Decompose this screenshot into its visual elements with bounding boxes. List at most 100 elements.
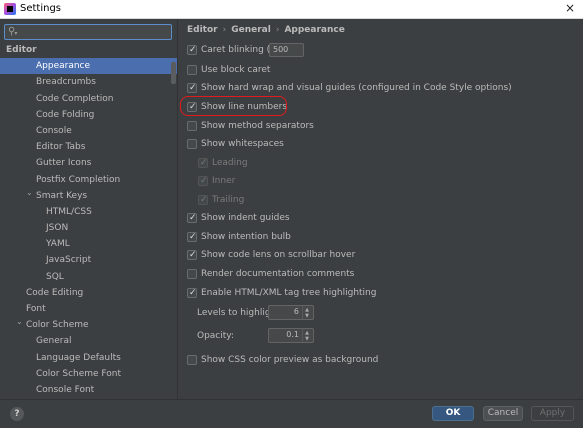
tree-item-label: Language Defaults — [36, 352, 121, 363]
tree-item[interactable]: Breadcrumbs — [0, 74, 177, 90]
tree-item-label: Appearance — [36, 61, 91, 72]
breadcrumb-appearance: Appearance — [284, 25, 345, 35]
opacity-spinner[interactable]: 0.1 ▲ ▼ — [268, 328, 314, 343]
ok-button[interactable]: OK — [432, 406, 474, 421]
tree-item[interactable]: JavaScript — [0, 252, 177, 268]
tree-item[interactable]: Console — [0, 123, 177, 139]
trailing-checkbox — [198, 193, 208, 207]
tree-item-label: General — [36, 336, 72, 347]
window-title: Settings — [20, 3, 62, 14]
tree-item-label: Breadcrumbs — [36, 77, 96, 88]
tag-tree-checkbox[interactable] — [187, 286, 197, 300]
breadcrumb-separator: › — [275, 25, 280, 35]
tree-item-label: Code Completion — [36, 93, 114, 104]
whitespaces-label: Show whitespaces — [201, 139, 284, 149]
intention-bulb-checkbox[interactable] — [187, 230, 197, 244]
css-preview-checkbox[interactable] — [187, 355, 197, 365]
tree-item[interactable]: Editor — [0, 42, 177, 58]
inner-label: Inner — [212, 176, 236, 186]
tree-item-label: Color Scheme — [26, 320, 89, 331]
app-icon — [4, 3, 16, 15]
chevron-down-icon[interactable]: ⌄ — [16, 314, 23, 330]
leading-checkbox — [198, 156, 208, 170]
tree-item-label: YAML — [46, 239, 70, 250]
tree-item[interactable]: Language Defaults — [0, 350, 177, 366]
dialog-button-bar: ? OK Cancel Apply — [0, 399, 583, 428]
tree-item[interactable]: YAML — [0, 236, 177, 252]
search-icon: ⚲ — [8, 26, 18, 37]
cancel-button[interactable]: Cancel — [483, 406, 523, 421]
tree-item-label: Color Scheme Font — [36, 368, 122, 379]
tree-scrollbar[interactable] — [171, 62, 176, 84]
tag-tree-label: Enable HTML/XML tag tree highlighting — [201, 288, 377, 298]
intention-bulb-label: Show intention bulb — [201, 232, 291, 242]
tree-item-label: Editor — [6, 45, 37, 55]
tree-item-label: Postfix Completion — [36, 174, 121, 185]
breadcrumb-general[interactable]: General — [231, 25, 271, 35]
tree-item[interactable]: Appearance — [0, 58, 177, 75]
inner-checkbox — [198, 174, 208, 188]
breadcrumb-separator: › — [222, 25, 227, 35]
caret-blinking-checkbox[interactable] — [187, 43, 197, 57]
opacity-value[interactable]: 0.1 — [286, 330, 299, 339]
tree-item-label: Gutter Icons — [36, 158, 92, 169]
appearance-settings-panel: Editor›General›Appearance Caret blinking… — [179, 20, 583, 399]
tree-item[interactable]: HTML/CSS — [0, 204, 177, 220]
help-button[interactable]: ? — [10, 407, 24, 421]
settings-tree-pane: ⚲ Editor Appearance Breadcrumbs Code Comple… — [0, 20, 178, 399]
render-docs-label: Render documentation comments — [201, 269, 355, 279]
tree-item[interactable]: General — [0, 333, 177, 349]
tree-item[interactable]: Font — [0, 301, 177, 317]
search-field[interactable]: ⚲ — [4, 24, 172, 40]
hard-wrap-checkbox[interactable] — [187, 81, 197, 95]
caret-blinking-ms-input[interactable]: 500 — [269, 43, 304, 57]
trailing-label: Trailing — [212, 195, 245, 205]
tree-item[interactable]: JSON — [0, 220, 177, 236]
tree-item[interactable]: Console Font — [0, 382, 177, 398]
tree-item[interactable]: Gutter Icons — [0, 155, 177, 171]
code-lens-label: Show code lens on scrollbar hover — [201, 250, 356, 260]
whitespaces-checkbox[interactable] — [187, 139, 197, 149]
breadcrumb-editor[interactable]: Editor — [187, 25, 218, 35]
close-icon[interactable]: × — [563, 1, 577, 15]
levels-value[interactable]: 6 — [294, 307, 299, 316]
tree-item[interactable]: Code Folding — [0, 107, 177, 123]
spinner-arrows-icon[interactable]: ▲ ▼ — [302, 329, 311, 342]
tree-item-label: Editor Tabs — [36, 142, 86, 153]
method-separators-checkbox[interactable] — [187, 121, 197, 131]
tree-item-label: Console — [36, 125, 72, 136]
settings-tree: Editor Appearance Breadcrumbs Code Completi… — [0, 42, 177, 398]
render-docs-checkbox[interactable] — [187, 269, 197, 279]
code-lens-checkbox[interactable] — [187, 248, 197, 262]
method-separators-label: Show method separators — [201, 121, 314, 131]
line-numbers-label: Show line numbers — [201, 102, 288, 112]
hard-wrap-label: Show hard wrap and visual guides (config… — [201, 83, 512, 93]
tree-item[interactable]: ⌄ Color Scheme — [0, 317, 177, 333]
indent-guides-checkbox[interactable] — [187, 211, 197, 225]
block-caret-checkbox[interactable] — [187, 65, 197, 75]
apply-button[interactable]: Apply — [531, 406, 574, 421]
tree-item[interactable]: ⌄ Smart Keys — [0, 188, 177, 204]
breadcrumb: Editor › General › Appearance — [187, 25, 345, 35]
tree-item-label: JSON — [46, 223, 69, 234]
tree-item[interactable]: Color Scheme Font — [0, 366, 177, 382]
line-numbers-checkbox[interactable] — [187, 100, 197, 114]
block-caret-label: Use block caret — [201, 65, 271, 75]
leading-label: Leading — [212, 158, 248, 168]
tree-item-label: Smart Keys — [36, 190, 88, 201]
tree-item-label: Console Font — [36, 384, 95, 395]
tree-item[interactable]: Editor Tabs — [0, 139, 177, 155]
css-preview-label: Show CSS color preview as background — [201, 355, 379, 365]
levels-spinner[interactable]: 6 ▲ ▼ — [268, 305, 314, 320]
chevron-down-icon[interactable]: ⌄ — [26, 185, 33, 201]
indent-guides-label: Show indent guides — [201, 213, 290, 223]
spinner-arrows-icon[interactable]: ▲ ▼ — [302, 306, 311, 319]
tree-item-label: SQL — [46, 271, 64, 282]
tree-item[interactable]: SQL — [0, 269, 177, 285]
opacity-label: Opacity: — [197, 331, 234, 341]
tree-item-label: Code Folding — [36, 109, 95, 120]
tree-item[interactable]: Code Editing — [0, 285, 177, 301]
tree-item[interactable]: Code Completion — [0, 91, 177, 107]
title-bar: Settings × — [0, 0, 583, 19]
tree-item-label: Font — [26, 304, 46, 314]
